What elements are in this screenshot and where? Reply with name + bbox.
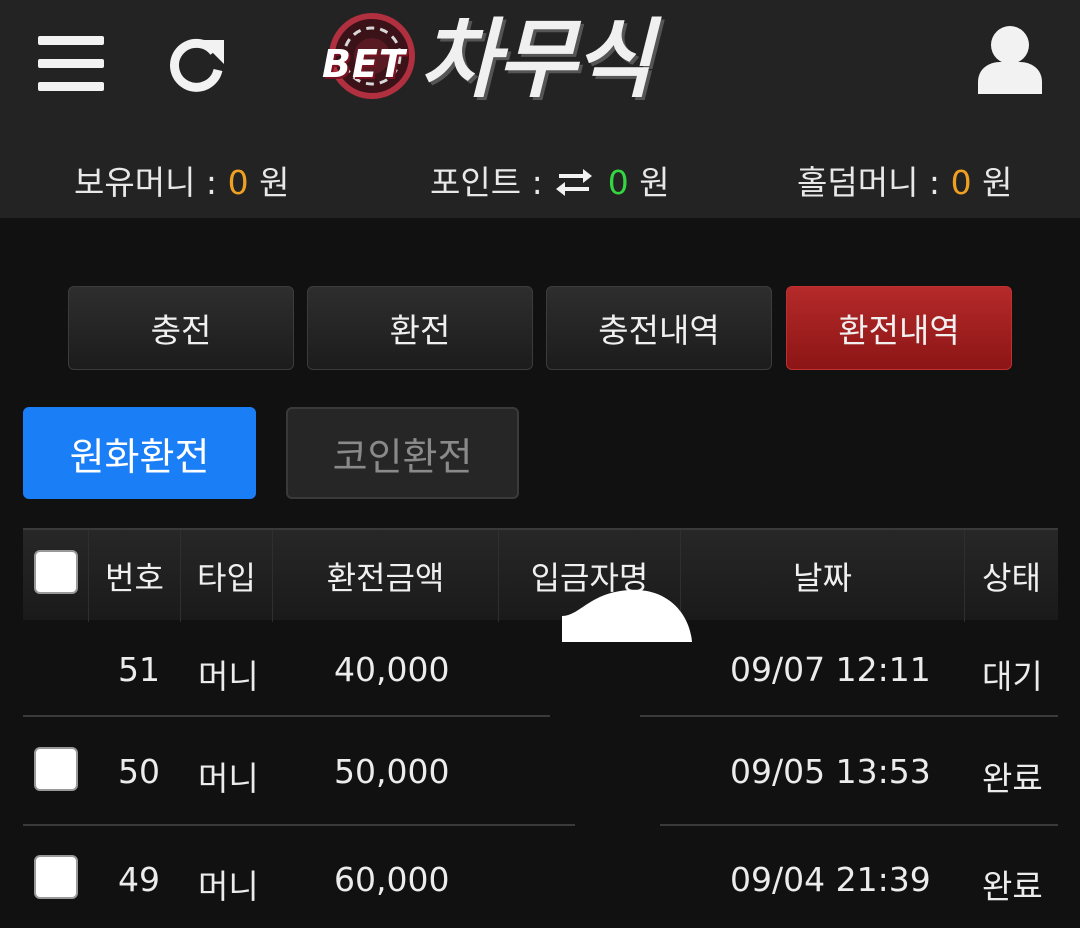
tab-deposit[interactable]: 충전 [68,286,294,370]
hamburger-menu-icon[interactable] [38,36,104,92]
user-icon[interactable] [976,24,1044,94]
holdem-label: 홀덤머니 : [797,163,941,202]
row-amount: 40,000 [334,650,450,689]
row-divider [23,824,575,826]
tab-deposit-history[interactable]: 충전내역 [546,286,772,370]
table-row[interactable]: 49 머니 60,000 09/04 21:39 완료 [0,828,1080,928]
top-header: BET 차무식 보유머니 : 0 원 포인트 : 0 원 홀덤머니 : 0 원 [0,0,1080,218]
point-label: 포인트 : [430,163,543,202]
column-header-amount: 환전금액 [273,530,499,622]
row-status: 완료 [982,867,1043,906]
holdem-balance: 홀덤머니 : 0 원 [797,156,1012,204]
row-status: 완료 [982,759,1043,798]
money-value: 0 [227,163,249,202]
row-checkbox[interactable] [34,855,78,899]
table-header: 번호 타입 환전금액 입금자명 날짜 상태 [23,528,1058,622]
column-header-type: 타입 [181,530,273,622]
money-balance: 보유머니 : 0 원 [74,156,289,204]
balance-bar: 보유머니 : 0 원 포인트 : 0 원 홀덤머니 : 0 원 [0,150,1080,206]
row-status: 대기 [982,657,1043,696]
column-header-number: 번호 [89,530,181,622]
column-header-date: 날짜 [681,530,965,622]
row-divider [23,715,550,717]
row-number: 50 [118,752,160,791]
row-number: 49 [118,860,160,899]
column-header-status: 상태 [982,559,1041,597]
refresh-icon[interactable] [166,34,228,96]
header-checkbox-cell [23,530,89,622]
select-all-checkbox[interactable] [34,550,78,594]
holdem-value: 0 [950,163,972,202]
row-checkbox[interactable] [34,747,78,791]
row-type: 머니 [198,657,259,696]
money-unit: 원 [259,163,290,202]
point-unit: 원 [639,163,670,202]
table-row[interactable]: 51 머니 40,000 09/07 12:11 대기 [0,618,1080,718]
row-number: 51 [118,650,160,689]
row-amount: 50,000 [334,752,450,791]
row-type: 머니 [198,867,259,906]
row-divider [660,824,1058,826]
logo-bet-text: BET [322,42,406,86]
convert-arrows-icon[interactable] [555,167,593,197]
site-logo[interactable]: BET 차무식 [320,8,750,110]
krw-withdraw-button[interactable]: 원화환전 [23,407,256,499]
tab-withdraw-history[interactable]: 환전내역 [786,286,1012,370]
money-label: 보유머니 : [74,163,218,202]
holdem-unit: 원 [982,163,1013,202]
row-divider [640,715,1058,717]
row-date: 09/07 12:11 [730,650,931,689]
row-amount: 60,000 [334,860,450,899]
point-value: 0 [607,163,629,202]
row-date: 09/04 21:39 [730,860,931,899]
tab-withdraw[interactable]: 환전 [307,286,533,370]
point-balance: 포인트 : 0 원 [430,156,670,204]
row-date: 09/05 13:53 [730,752,931,791]
table-row[interactable]: 50 머니 50,000 09/05 13:53 완료 [0,720,1080,820]
coin-withdraw-button[interactable]: 코인환전 [286,407,519,499]
logo-name-text: 차무식 [420,10,653,110]
row-type: 머니 [198,759,259,798]
